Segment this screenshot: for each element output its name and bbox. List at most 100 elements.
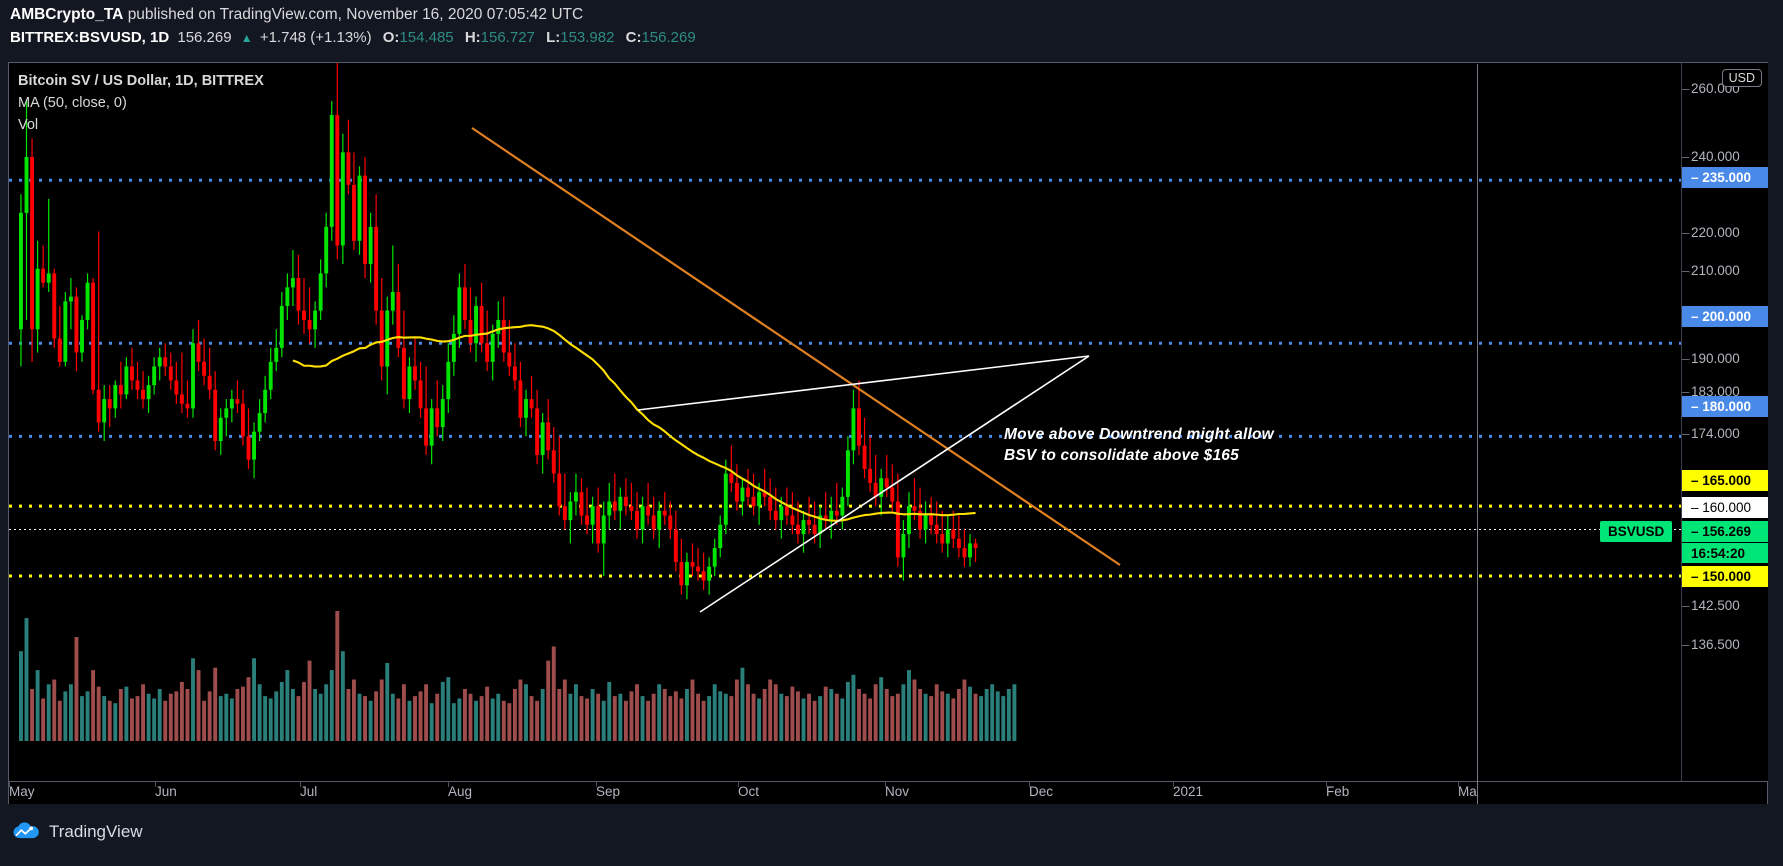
time-scale[interactable]: May Jun Jul Aug Sep Oct Nov Dec 2021 Feb Ma bbox=[9, 64, 1767, 804]
volume-bar bbox=[107, 700, 112, 741]
volume-bar bbox=[784, 696, 789, 741]
chart-header: AMBCrypto_TA published on TradingView.co… bbox=[0, 0, 1783, 55]
price-level-label-blue[interactable]: – 235.000 bbox=[1682, 167, 1768, 188]
candle-body bbox=[429, 408, 434, 446]
candle-body bbox=[468, 319, 473, 344]
volume-bar bbox=[290, 689, 295, 741]
candle-body bbox=[635, 510, 639, 530]
candle-body bbox=[740, 487, 745, 502]
candle-body bbox=[335, 115, 340, 246]
time-tick-mark bbox=[155, 782, 156, 787]
candle-body bbox=[585, 515, 589, 525]
price-level-label-green[interactable]: – 156.269 bbox=[1682, 521, 1768, 542]
volume-bar bbox=[845, 681, 850, 741]
candle-body bbox=[379, 310, 384, 367]
volume-bar bbox=[113, 703, 118, 741]
candle-body bbox=[651, 515, 656, 530]
price-level-label-yellow[interactable]: – 165.000 bbox=[1682, 470, 1768, 491]
volume-bar bbox=[768, 679, 773, 741]
volume-bar bbox=[413, 696, 417, 741]
legend-title: Bitcoin SV / US Dollar, 1D, BITTREX bbox=[18, 73, 264, 89]
volume-bar bbox=[751, 693, 756, 741]
tradingview-logo-icon bbox=[12, 822, 40, 842]
volume-bar bbox=[1012, 684, 1017, 741]
price-level-label-blue[interactable]: – 200.000 bbox=[1682, 306, 1768, 327]
volume-bar bbox=[179, 681, 184, 741]
volume-bar bbox=[574, 684, 578, 741]
candle-body bbox=[723, 473, 728, 525]
legend-vol[interactable]: Vol bbox=[18, 114, 264, 136]
chart-plot-area[interactable] bbox=[9, 63, 1681, 781]
time-tick-mark bbox=[1029, 782, 1030, 787]
candle-body bbox=[968, 543, 972, 558]
time-tick-mark bbox=[885, 782, 886, 787]
candle-body bbox=[612, 501, 617, 511]
volume-bar bbox=[590, 689, 595, 741]
volume-bar bbox=[718, 691, 723, 741]
candle-body bbox=[568, 501, 573, 521]
candle-body bbox=[196, 343, 201, 362]
volume-bar bbox=[685, 689, 689, 741]
legend-ma[interactable]: MA (50, close, 0) bbox=[18, 92, 264, 114]
currency-badge[interactable]: USD bbox=[1721, 69, 1762, 87]
tradingview-chart-screenshot: AMBCrypto_TA published on TradingView.co… bbox=[0, 0, 1783, 866]
volume-bar bbox=[646, 700, 651, 741]
volume-bar bbox=[52, 679, 57, 741]
volume-bar bbox=[307, 660, 312, 741]
price-tick: –240.000 bbox=[1682, 149, 1740, 164]
volume-bar bbox=[790, 686, 795, 741]
volume-bar bbox=[329, 670, 334, 741]
volume-bar bbox=[651, 693, 656, 741]
candle-body bbox=[407, 366, 412, 400]
candle-body bbox=[807, 520, 811, 525]
volume-bar bbox=[945, 693, 950, 741]
candle-body bbox=[757, 492, 762, 507]
candle-body bbox=[701, 571, 706, 581]
candle-body bbox=[229, 399, 234, 409]
time-tick: Feb bbox=[1326, 784, 1350, 799]
candle-body bbox=[718, 524, 723, 549]
candle-body bbox=[729, 473, 734, 483]
quote-line: BITTREX:BSVUSD, 1D 156.269 ▲ +1.748 (+1.… bbox=[10, 29, 696, 46]
candle-body bbox=[246, 436, 251, 460]
time-tick: Aug bbox=[448, 784, 473, 799]
candle-body bbox=[318, 273, 323, 311]
volume-bar bbox=[302, 681, 306, 741]
candle-body bbox=[801, 520, 806, 535]
candle-body bbox=[751, 496, 756, 507]
volume-bar bbox=[479, 696, 484, 741]
volume-bar bbox=[668, 696, 673, 741]
candle-body bbox=[124, 366, 129, 395]
candle-body bbox=[662, 510, 667, 516]
candle-body bbox=[796, 524, 800, 535]
candle-body bbox=[934, 524, 939, 535]
candle-body bbox=[768, 496, 773, 511]
candle-body bbox=[912, 506, 917, 511]
price-level-label-yellow[interactable]: – 150.000 bbox=[1682, 566, 1768, 587]
candle-body bbox=[834, 510, 839, 516]
volume-bar bbox=[501, 700, 506, 741]
volume-bar bbox=[191, 658, 195, 741]
countdown-label: 16:54:20 bbox=[1682, 542, 1768, 563]
volume-bar bbox=[612, 696, 617, 741]
low-value: 153.982 bbox=[560, 29, 615, 46]
volume-bar bbox=[274, 691, 279, 741]
candle-body bbox=[646, 506, 651, 516]
price-level-label-white[interactable]: – 160.000 bbox=[1682, 497, 1768, 518]
candle-body bbox=[107, 399, 112, 409]
candle-body bbox=[496, 319, 501, 334]
price-level-label-blue[interactable]: – 180.000 bbox=[1682, 396, 1768, 417]
volume-bar bbox=[263, 696, 268, 741]
price-scale[interactable]: USD –260.000 –240.000 –220.000 –210.000 –190… bbox=[1681, 63, 1768, 781]
candle-body bbox=[451, 333, 456, 362]
volume-bar bbox=[979, 696, 984, 741]
last-price: 156.269 bbox=[177, 29, 232, 46]
tradingview-brand-label: TradingView bbox=[49, 822, 143, 841]
candle-body bbox=[679, 562, 684, 586]
candle-body bbox=[607, 501, 612, 516]
volume-bar bbox=[984, 689, 989, 741]
time-tick-mark bbox=[448, 782, 449, 787]
volume-bar bbox=[673, 691, 678, 741]
volume-bar bbox=[252, 658, 256, 741]
volume-bar bbox=[496, 693, 501, 741]
